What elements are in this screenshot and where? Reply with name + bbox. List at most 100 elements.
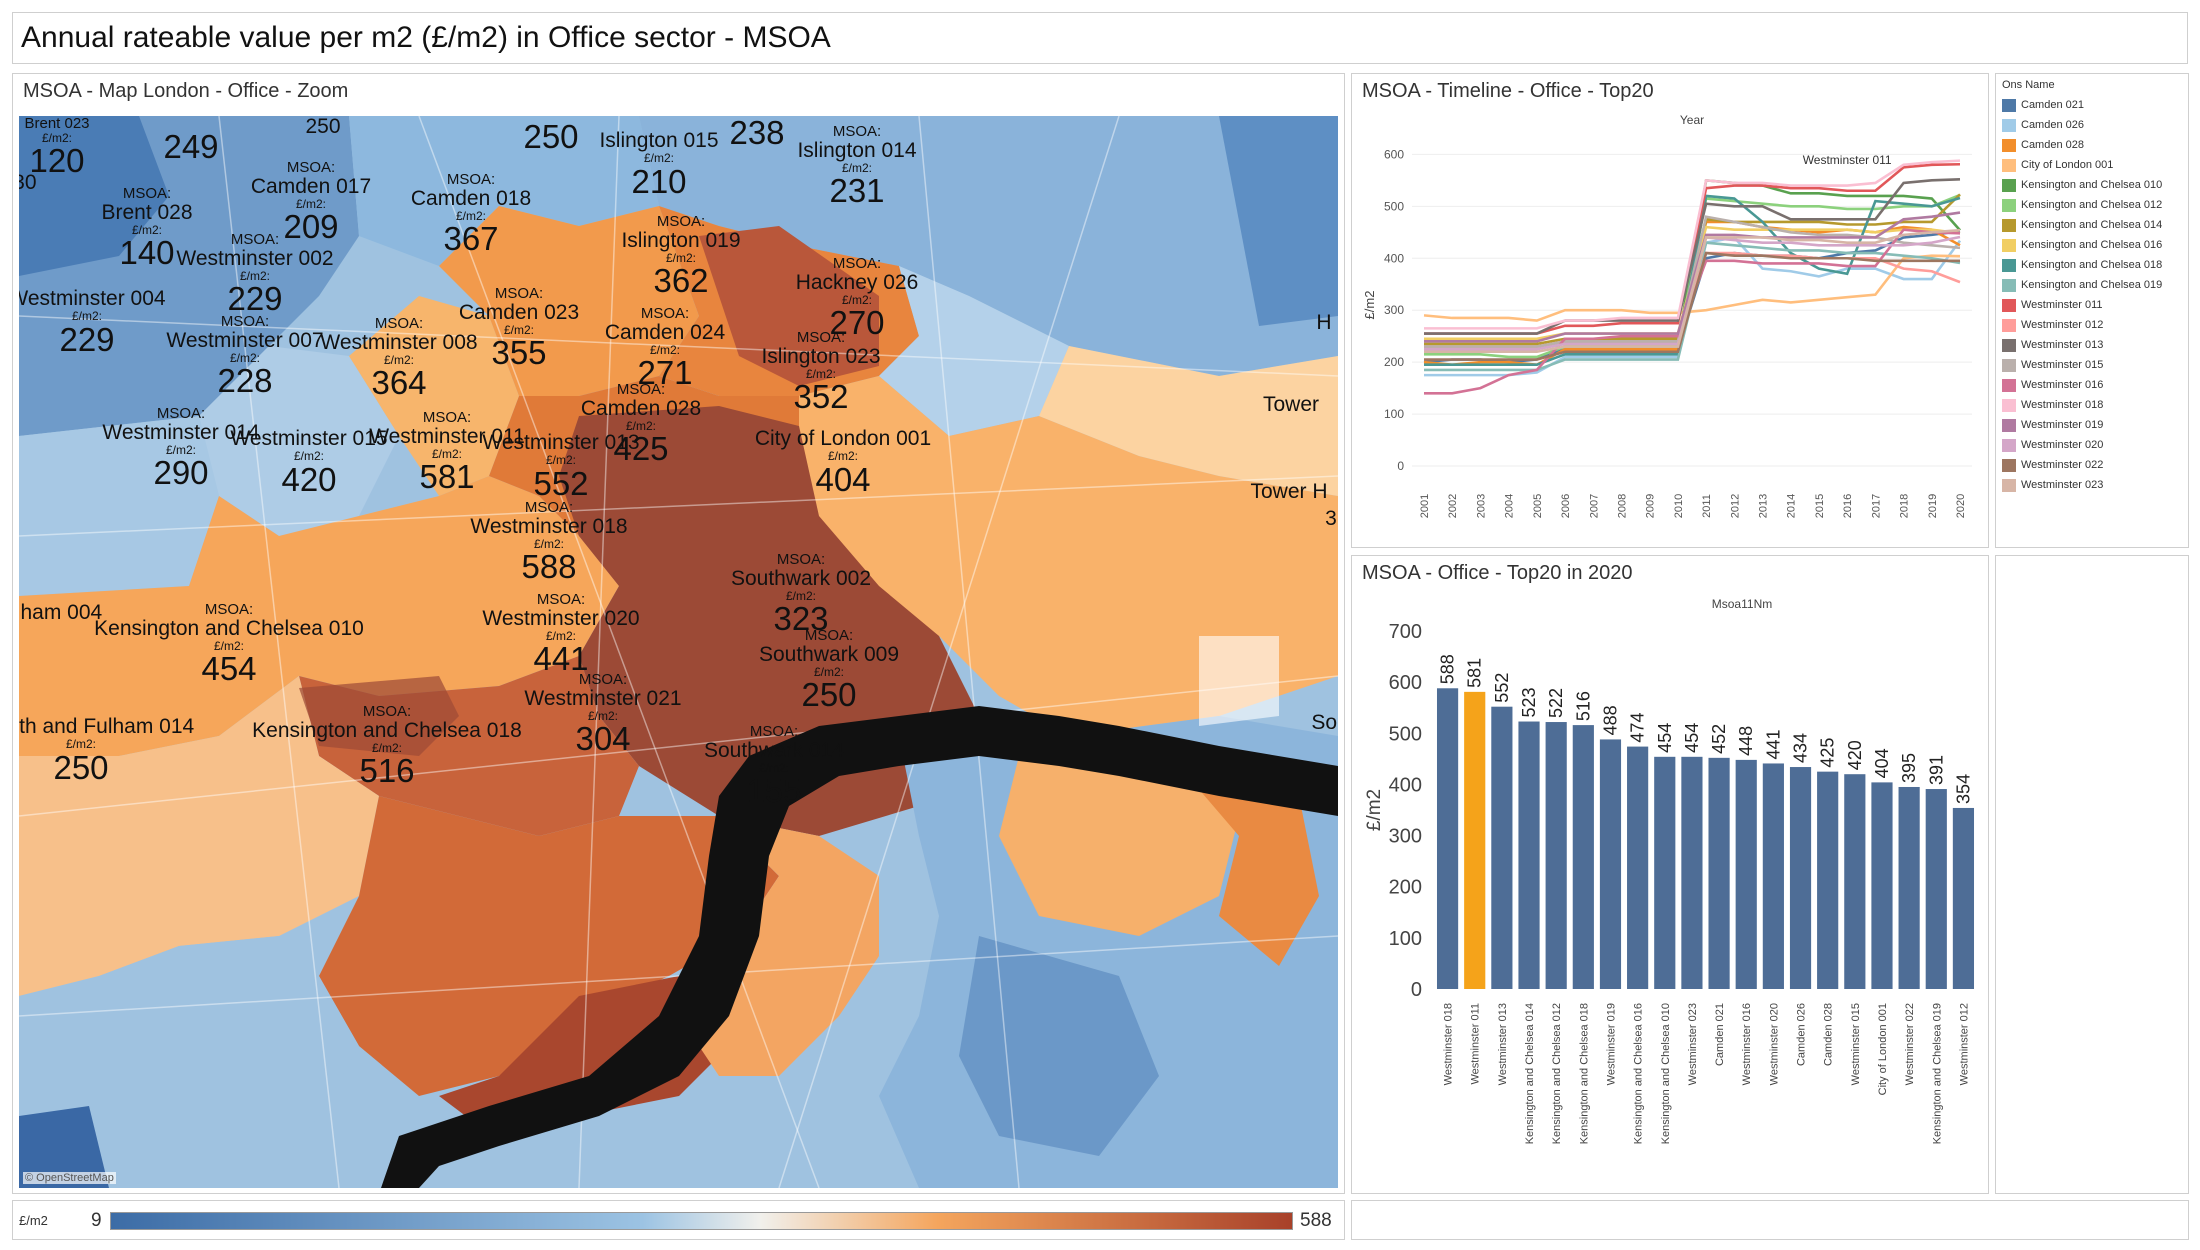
bar[interactable]	[1925, 789, 1947, 989]
choropleth-map[interactable]: Brent 023 £/m2: 120 249 250 Islington 015 £/m2…	[19, 116, 1338, 1188]
bar[interactable]	[1464, 691, 1486, 989]
bar[interactable]	[1789, 767, 1812, 989]
map-label: MSOA: Westminster 020 £/m2: 441	[482, 592, 639, 677]
legend-item[interactable]: Westminster 023	[2002, 475, 2162, 495]
legend-item[interactable]: Camden 028	[2002, 135, 2162, 155]
bar[interactable]	[1599, 739, 1622, 989]
map-label: MSOA: Kensington and Chelsea 018 £/m2: 516	[252, 704, 522, 789]
legend-item[interactable]: Westminster 016	[2002, 375, 2162, 395]
legend-item[interactable]: Westminster 018	[2002, 395, 2162, 415]
legend-item[interactable]: Kensington and Chelsea 012	[2002, 195, 2162, 215]
y-tick-label: 200	[1389, 877, 1422, 899]
map-label-prefix: MSOA:	[796, 329, 846, 346]
bar[interactable]	[1681, 756, 1703, 989]
legend-item[interactable]: City of London 001	[2002, 155, 2162, 175]
x-tick-label: 2018	[1899, 494, 1911, 518]
bar[interactable]	[1898, 786, 1920, 989]
map-label: MSOA: Kensington and Chelsea 010 £/m2: 454	[94, 602, 364, 687]
timeline-chart[interactable]: Year £/m2 0 100 200 300 400 500 600 2001 2002 2003 2…	[1352, 74, 1988, 547]
legend-item[interactable]: Kensington and Chelsea 010	[2002, 175, 2162, 195]
legend-item[interactable]: Kensington and Chelsea 016	[2002, 235, 2162, 255]
map-label: Westminster 013 £/m2: 552	[482, 431, 639, 501]
legend-item[interactable]: Westminster 019	[2002, 415, 2162, 435]
legend-swatch	[2002, 438, 2016, 452]
legend-item[interactable]: Westminster 011	[2002, 295, 2162, 315]
legend-label: Kensington and Chelsea 010	[2021, 179, 2163, 191]
y-tick-label: 600	[1384, 147, 1404, 161]
x-tick-label: 2005	[1532, 494, 1544, 518]
y-tick-label: 400	[1389, 774, 1422, 796]
map-label-value: 588	[521, 548, 577, 586]
map-label-name: Brent 028	[101, 200, 193, 224]
map-edge-label: Sout	[1311, 711, 1338, 734]
map-label: MSOA: Islington 023 £/m2: 352	[761, 330, 880, 415]
bar[interactable]	[1708, 757, 1730, 989]
map-edge-label: 250	[305, 116, 341, 138]
y-axis-title: £/m2	[1362, 291, 1377, 320]
legend-label: Westminster 020	[2021, 439, 2104, 451]
legend-item[interactable]: Westminster 020	[2002, 435, 2162, 455]
y-tick-label: 300	[1389, 826, 1422, 848]
bar[interactable]	[1735, 759, 1757, 989]
legend-title: Ons Name	[2002, 79, 2055, 91]
x-tick-label: 2019	[1927, 494, 1939, 518]
legend-swatch	[2002, 478, 2016, 492]
bar[interactable]	[1572, 725, 1594, 989]
bar[interactable]	[1627, 746, 1649, 989]
page-title: Annual rateable value per m2 (£/m2) in O…	[21, 21, 831, 54]
legend-swatch	[2002, 258, 2016, 272]
map-label-prefix: MSOA:	[362, 703, 412, 720]
map-label-value: 228	[217, 362, 273, 400]
x-tick-label: Kensington and Chelsea 019	[1931, 1003, 1943, 1144]
bar[interactable]	[1491, 706, 1513, 989]
x-tick-label: 2013	[1758, 494, 1770, 518]
bar-value-label: 441	[1763, 729, 1783, 759]
map-label-value: 229	[227, 280, 283, 318]
map-label-prefix: MSOA:	[616, 381, 666, 398]
map-attribution: © OpenStreetMap	[23, 1172, 116, 1184]
map-label: MSOA: Westminster 021 £/m2: 304	[524, 672, 681, 757]
bar[interactable]	[1952, 807, 1975, 989]
legend-item[interactable]: Camden 021	[2002, 95, 2162, 115]
bar[interactable]	[1817, 771, 1839, 989]
y-tick-label: 100	[1389, 928, 1422, 950]
legend-item[interactable]: Kensington and Chelsea 019	[2002, 275, 2162, 295]
bar[interactable]	[1436, 688, 1459, 989]
bar-value-label: 454	[1682, 723, 1702, 753]
map-label-prefix: MSOA:	[204, 601, 254, 618]
legend-item[interactable]: Westminster 012	[2002, 315, 2162, 335]
legend-item[interactable]: Kensington and Chelsea 018	[2002, 255, 2162, 275]
legend-item[interactable]: Westminster 022	[2002, 455, 2162, 475]
bar[interactable]	[1518, 721, 1540, 989]
map-label-prefix: MSOA:	[804, 627, 854, 644]
map-label-value: 362	[653, 262, 709, 300]
bar[interactable]	[1654, 756, 1676, 989]
timeline-panel: MSOA - Timeline - Office - Top20 Year £/m…	[1351, 73, 1989, 548]
y-tick-label: 500	[1384, 199, 1404, 213]
colorbar-gradient	[110, 1212, 1293, 1230]
bar[interactable]	[1844, 774, 1866, 989]
x-tick-label: Westminster 015	[1850, 1003, 1862, 1085]
map-label: 249	[163, 129, 218, 165]
bar-value-label: 581	[1465, 658, 1485, 688]
legend-item[interactable]: Westminster 013	[2002, 335, 2162, 355]
map-edge-label: 030	[19, 171, 37, 194]
empty-footer-panel	[1351, 1200, 2189, 1240]
legend-swatch	[2002, 178, 2016, 192]
map-title: MSOA - Map London - Office - Zoom	[23, 80, 349, 102]
map-label-prefix: MSOA:	[446, 171, 496, 188]
legend-swatch	[2002, 238, 2016, 252]
map-region	[1199, 636, 1279, 726]
legend-panel: Ons Name Camden 021 Camden 026 Camden 028 C…	[1995, 73, 2189, 548]
legend-item[interactable]: Westminster 015	[2002, 355, 2162, 375]
bar-chart[interactable]: Msoa11Nm £/m2 0 100 200 300 400 500 600 700 588 Wes…	[1352, 556, 1988, 1193]
bar[interactable]	[1545, 722, 1567, 989]
legend-item[interactable]: Camden 026	[2002, 115, 2162, 135]
bar[interactable]	[1871, 782, 1893, 989]
map-label-name: Islington 014	[797, 138, 917, 162]
legend-item[interactable]: Kensington and Chelsea 014	[2002, 215, 2162, 235]
bar[interactable]	[1762, 763, 1784, 989]
map-label-value: 352	[793, 378, 849, 416]
x-tick-label: 2011	[1701, 494, 1713, 518]
bar-value-label: 522	[1546, 688, 1566, 718]
